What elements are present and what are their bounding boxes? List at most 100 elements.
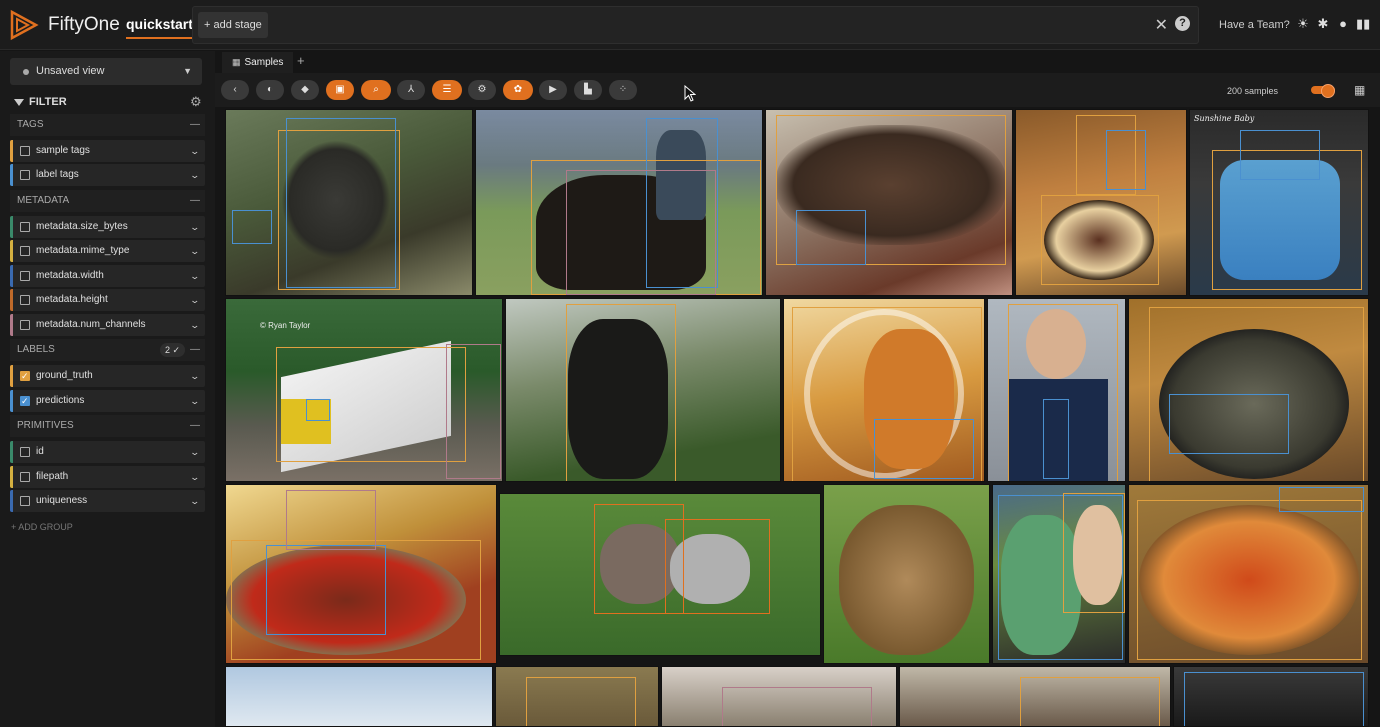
sample-bear-3[interactable]: [899, 666, 1171, 727]
add-stage-button[interactable]: + add stage: [198, 12, 268, 38]
patches-icon[interactable]: ▣: [326, 80, 354, 100]
field-label: sample tags: [36, 145, 90, 156]
collapse-icon[interactable]: —: [190, 415, 200, 437]
field-filepath[interactable]: filepath ⌄: [10, 466, 205, 488]
github-icon[interactable]: ●: [1336, 17, 1350, 31]
settings-icon[interactable]: ⚙: [468, 80, 496, 100]
sample-cat-in-bowl[interactable]: [1128, 298, 1369, 482]
sample-puppies[interactable]: [499, 493, 821, 656]
sample-pizza[interactable]: [1128, 484, 1369, 664]
grid-zoom-slider[interactable]: [1311, 84, 1335, 98]
chevron-down-icon[interactable]: ⌄: [190, 365, 201, 387]
checkbox[interactable]: [20, 496, 30, 506]
field-label: metadata.height: [36, 294, 108, 305]
group-labels[interactable]: LABELS 2 ✓ —: [10, 339, 205, 361]
embeddings-icon[interactable]: ⁘: [609, 80, 637, 100]
docs-icon[interactable]: ▮▮: [1356, 17, 1370, 31]
sample-bear[interactable]: [823, 484, 990, 664]
chevron-down-icon[interactable]: ⌄: [190, 314, 201, 336]
sample-turkey[interactable]: [225, 109, 473, 296]
sample-orange-cat[interactable]: [783, 298, 985, 482]
group-tags[interactable]: TAGS —: [10, 114, 205, 136]
field-label-tags[interactable]: label tags ⌄: [10, 164, 205, 186]
sample-man-portrait[interactable]: [987, 298, 1126, 482]
chevron-down-icon[interactable]: ⌄: [190, 164, 201, 186]
back-icon[interactable]: ‹: [221, 80, 249, 100]
sample-train[interactable]: © Ryan Taylor: [225, 298, 503, 482]
chevron-down-icon[interactable]: ⌄: [190, 490, 201, 512]
field-num-channels[interactable]: metadata.num_channels ⌄: [10, 314, 205, 336]
sample-food-plate[interactable]: [225, 484, 497, 664]
checkbox[interactable]: [20, 246, 30, 256]
fiftyone-logo[interactable]: [8, 9, 40, 41]
field-predictions[interactable]: predictions ⌄: [10, 390, 205, 412]
group-primitives[interactable]: PRIMITIVES —: [10, 415, 205, 437]
add-group-button[interactable]: + ADD GROUP: [11, 522, 73, 532]
field-size-bytes[interactable]: metadata.size_bytes ⌄: [10, 216, 205, 238]
dataset-selector[interactable]: quickstart: [126, 16, 193, 39]
split-icon[interactable]: ⅄: [397, 80, 425, 100]
checkbox-checked[interactable]: [20, 390, 30, 412]
grid-options-icon[interactable]: ▦: [1354, 83, 1365, 97]
checkbox[interactable]: [20, 271, 30, 281]
sample-sky[interactable]: [225, 666, 493, 727]
field-ground-truth[interactable]: ground_truth ⌄: [10, 365, 205, 387]
sample-teddy-bear[interactable]: [992, 484, 1126, 664]
sample-horse-rider[interactable]: [475, 109, 763, 296]
chevron-down-icon[interactable]: ⌄: [190, 441, 201, 463]
checkbox[interactable]: [20, 222, 30, 232]
openai-icon[interactable]: ✿: [503, 80, 533, 100]
sun-icon[interactable]: ☀: [1296, 17, 1310, 31]
sample-bear-2[interactable]: [495, 666, 659, 727]
chevron-down-icon[interactable]: ⌄: [190, 216, 201, 238]
histogram-icon[interactable]: ▙: [574, 80, 602, 100]
palette-icon[interactable]: ◐: [256, 80, 284, 100]
checkbox-checked[interactable]: [20, 365, 30, 387]
tab-samples[interactable]: ▦ Samples: [222, 52, 294, 73]
saved-view-select[interactable]: Unsaved view ▼: [10, 58, 202, 85]
chevron-down-icon[interactable]: ⌄: [190, 240, 201, 262]
similarity-search-icon[interactable]: ⌕: [361, 80, 391, 100]
have-a-team-link[interactable]: Have a Team?: [1219, 19, 1290, 31]
collapse-icon[interactable]: —: [190, 190, 200, 212]
field-mime-type[interactable]: metadata.mime_type ⌄: [10, 240, 205, 262]
sample-dinner-table[interactable]: [1015, 109, 1187, 296]
sample-birthday-cake[interactable]: Sunshine Baby: [1189, 109, 1369, 296]
chevron-down-icon[interactable]: ⌄: [190, 140, 201, 162]
gear-icon[interactable]: ⚙: [190, 94, 202, 110]
bbox: [1137, 500, 1362, 660]
checkbox[interactable]: [20, 170, 30, 180]
sample-cow[interactable]: [505, 298, 781, 482]
view-bar[interactable]: + add stage ✕ ?: [192, 6, 1199, 44]
color-bar: [10, 390, 13, 412]
checkbox[interactable]: [20, 146, 30, 156]
sample-dog[interactable]: [1173, 666, 1369, 727]
video-icon[interactable]: ▶: [539, 80, 567, 100]
slack-icon[interactable]: ✱: [1316, 17, 1330, 31]
add-panel-button[interactable]: +: [297, 53, 305, 68]
field-height[interactable]: metadata.height ⌄: [10, 289, 205, 311]
field-uniqueness[interactable]: uniqueness ⌄: [10, 490, 205, 512]
list-icon[interactable]: ☰: [432, 80, 462, 100]
sample-cat-2[interactable]: [661, 666, 897, 727]
checkbox[interactable]: [20, 472, 30, 482]
chevron-down-icon[interactable]: ⌄: [190, 466, 201, 488]
field-id[interactable]: id ⌄: [10, 441, 205, 463]
group-metadata[interactable]: METADATA —: [10, 190, 205, 212]
field-width[interactable]: metadata.width ⌄: [10, 265, 205, 287]
checkbox[interactable]: [20, 295, 30, 305]
brand-name[interactable]: FiftyOne: [48, 14, 120, 36]
bbox: [874, 419, 974, 479]
help-icon[interactable]: ?: [1175, 16, 1190, 31]
sample-sleeping-cat[interactable]: [765, 109, 1013, 296]
chevron-down-icon[interactable]: ⌄: [190, 289, 201, 311]
tag-icon[interactable]: ◆: [291, 80, 319, 100]
collapse-icon[interactable]: —: [190, 114, 200, 136]
checkbox[interactable]: [20, 447, 30, 457]
checkbox[interactable]: [20, 320, 30, 330]
chevron-down-icon[interactable]: ⌄: [190, 390, 201, 412]
chevron-down-icon[interactable]: ⌄: [190, 265, 201, 287]
field-sample-tags[interactable]: sample tags ⌄: [10, 140, 205, 162]
clear-icon[interactable]: ✕: [1155, 15, 1168, 35]
collapse-icon[interactable]: —: [190, 339, 200, 361]
